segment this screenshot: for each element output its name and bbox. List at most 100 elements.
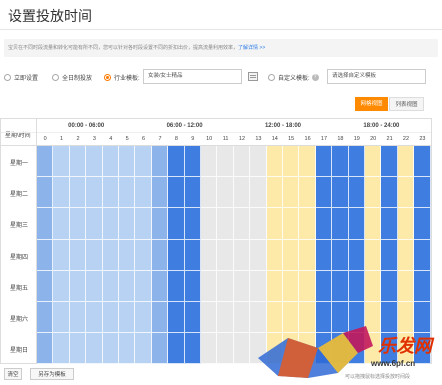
time-slot-cell[interactable] — [266, 270, 283, 302]
time-slot-cell[interactable] — [184, 333, 201, 365]
time-slot-cell[interactable] — [315, 239, 333, 271]
time-slot-cell[interactable] — [283, 270, 300, 302]
time-slot-cell[interactable] — [37, 177, 54, 209]
time-slot-cell[interactable] — [69, 146, 87, 178]
time-slot-cell[interactable] — [37, 208, 54, 240]
time-slot-cell[interactable] — [201, 302, 218, 334]
time-slot-cell[interactable] — [151, 239, 169, 271]
time-slot-cell[interactable] — [37, 333, 54, 365]
time-slot-cell[interactable] — [69, 239, 87, 271]
time-slot-cell[interactable] — [266, 177, 283, 209]
time-slot-cell[interactable] — [381, 177, 398, 209]
time-slot-cell[interactable] — [69, 208, 87, 240]
list-view-button[interactable]: 列表视图 — [389, 97, 424, 111]
time-slot-cell[interactable] — [315, 208, 333, 240]
time-slot-cell[interactable] — [414, 239, 431, 271]
time-slot-cell[interactable] — [365, 177, 382, 209]
time-slot-cell[interactable] — [168, 177, 185, 209]
time-slot-cell[interactable] — [348, 270, 365, 302]
time-slot-cell[interactable] — [283, 208, 300, 240]
time-slot-cell[interactable] — [53, 177, 70, 209]
time-slot-cell[interactable] — [250, 239, 267, 271]
time-slot-cell[interactable] — [397, 208, 415, 240]
time-slot-cell[interactable] — [86, 177, 103, 209]
time-slot-cell[interactable] — [201, 146, 218, 178]
time-slot-cell[interactable] — [86, 270, 103, 302]
time-slot-cell[interactable] — [266, 208, 283, 240]
time-slot-cell[interactable] — [217, 239, 234, 271]
time-slot-cell[interactable] — [250, 177, 267, 209]
time-slot-cell[interactable] — [201, 177, 218, 209]
time-slot-cell[interactable] — [397, 270, 415, 302]
time-slot-cell[interactable] — [365, 270, 382, 302]
time-slot-cell[interactable] — [53, 146, 70, 178]
time-slot-cell[interactable] — [119, 177, 136, 209]
time-slot-cell[interactable] — [250, 146, 267, 178]
time-slot-cell[interactable] — [217, 333, 234, 365]
time-slot-cell[interactable] — [151, 146, 169, 178]
time-slot-cell[interactable] — [53, 302, 70, 334]
time-slot-cell[interactable] — [119, 302, 136, 334]
time-slot-cell[interactable] — [414, 177, 431, 209]
time-slot-cell[interactable] — [299, 208, 316, 240]
time-slot-cell[interactable] — [348, 177, 365, 209]
time-slot-cell[interactable] — [135, 146, 152, 178]
time-slot-cell[interactable] — [102, 208, 119, 240]
time-slot-cell[interactable] — [184, 146, 201, 178]
time-slot-cell[interactable] — [381, 270, 398, 302]
time-slot-cell[interactable] — [53, 239, 70, 271]
time-slot-cell[interactable] — [201, 270, 218, 302]
time-slot-cell[interactable] — [102, 177, 119, 209]
time-slot-cell[interactable] — [135, 208, 152, 240]
time-slot-cell[interactable] — [315, 270, 333, 302]
time-slot-cell[interactable] — [151, 270, 169, 302]
time-slot-cell[interactable] — [414, 208, 431, 240]
time-slot-cell[interactable] — [86, 146, 103, 178]
time-slot-cell[interactable] — [168, 239, 185, 271]
time-slot-cell[interactable] — [283, 177, 300, 209]
time-slot-cell[interactable] — [201, 239, 218, 271]
time-slot-cell[interactable] — [414, 146, 431, 178]
time-slot-cell[interactable] — [217, 146, 234, 178]
time-slot-cell[interactable] — [283, 146, 300, 178]
time-slot-cell[interactable] — [365, 208, 382, 240]
time-slot-cell[interactable] — [102, 333, 119, 365]
time-slot-cell[interactable] — [86, 208, 103, 240]
time-slot-cell[interactable] — [299, 177, 316, 209]
time-slot-cell[interactable] — [37, 302, 54, 334]
time-slot-cell[interactable] — [135, 302, 152, 334]
time-slot-cell[interactable] — [53, 270, 70, 302]
time-slot-cell[interactable] — [233, 177, 251, 209]
industry-template-select[interactable]: 女装/女士精品 — [143, 69, 242, 84]
help-icon[interactable]: ? — [311, 73, 319, 81]
time-slot-cell[interactable] — [184, 302, 201, 334]
time-slot-cell[interactable] — [348, 208, 365, 240]
time-slot-cell[interactable] — [217, 270, 234, 302]
time-slot-cell[interactable] — [332, 239, 349, 271]
time-slot-cell[interactable] — [151, 177, 169, 209]
time-slot-cell[interactable] — [315, 177, 333, 209]
time-slot-cell[interactable] — [266, 146, 283, 178]
time-slot-cell[interactable] — [332, 146, 349, 178]
time-slot-cell[interactable] — [381, 208, 398, 240]
time-slot-cell[interactable] — [184, 208, 201, 240]
time-slot-cell[interactable] — [233, 270, 251, 302]
time-slot-cell[interactable] — [184, 270, 201, 302]
time-slot-cell[interactable] — [135, 270, 152, 302]
time-slot-cell[interactable] — [102, 270, 119, 302]
learn-more-link[interactable]: 了解详情 >> — [238, 45, 265, 51]
time-slot-cell[interactable] — [397, 239, 415, 271]
option-industry[interactable]: 行业模板: — [104, 69, 140, 85]
time-slot-cell[interactable] — [168, 302, 185, 334]
time-slot-cell[interactable] — [69, 302, 87, 334]
time-slot-cell[interactable] — [119, 270, 136, 302]
time-slot-cell[interactable] — [217, 208, 234, 240]
time-slot-cell[interactable] — [250, 270, 267, 302]
time-slot-cell[interactable] — [151, 302, 169, 334]
option-immediate[interactable]: 立即设置 — [4, 69, 38, 85]
time-slot-cell[interactable] — [365, 239, 382, 271]
time-slot-cell[interactable] — [201, 333, 218, 365]
time-slot-cell[interactable] — [397, 177, 415, 209]
time-slot-cell[interactable] — [135, 239, 152, 271]
time-slot-cell[interactable] — [102, 239, 119, 271]
